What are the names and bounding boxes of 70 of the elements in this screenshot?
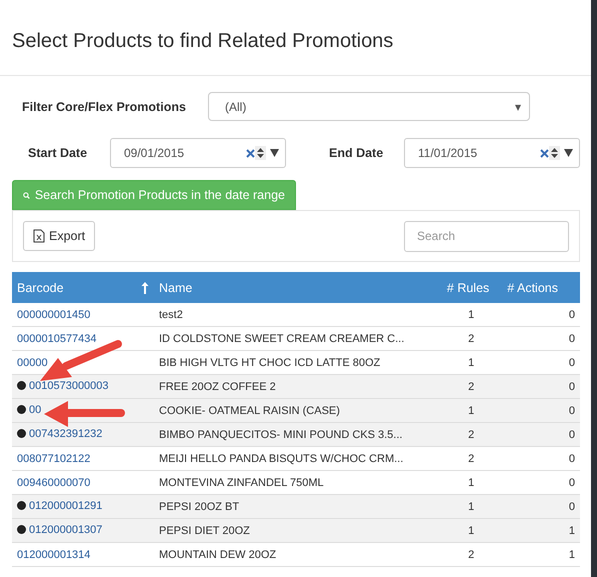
barcode-link[interactable]: 012000001314 <box>17 548 90 560</box>
product-name: PEPSI 20OZ BT <box>159 500 240 512</box>
rules-count: 1 <box>468 404 474 416</box>
dropdown-caret-icon[interactable] <box>564 149 573 157</box>
end-date-label: End Date <box>329 146 384 160</box>
product-name: MONTEVINA ZINFANDEL 750ML <box>159 476 324 488</box>
rules-count: 1 <box>468 524 474 536</box>
actions-count: 1 <box>568 548 575 560</box>
dropdown-caret-icon[interactable] <box>270 149 279 157</box>
column-header[interactable]: Barcode <box>12 272 154 303</box>
start-date-field[interactable]: 09/01/2015 <box>110 138 286 168</box>
start-date-label: Start Date <box>28 146 88 160</box>
actions-count: 1 <box>568 524 575 536</box>
actions-count: 0 <box>568 500 575 512</box>
table-row[interactable]: 000000001450 test2 1 0 <box>12 303 580 326</box>
product-name: MOUNTAIN DEW 20OZ <box>159 548 276 560</box>
actions-count: 0 <box>568 308 575 320</box>
actions-count: 0 <box>568 428 575 440</box>
actions-count: 0 <box>568 356 575 368</box>
rules-count: 2 <box>468 332 474 344</box>
column-header[interactable]: # Rules <box>409 272 494 303</box>
end-date-field[interactable]: 11/01/2015 <box>404 138 580 168</box>
barcode-link[interactable]: 008077102122 <box>17 452 90 464</box>
rules-count: 1 <box>468 308 474 320</box>
barcode-link[interactable]: 000000001450 <box>17 308 90 320</box>
actions-count: 0 <box>568 476 575 488</box>
product-name: ID COLDSTONE SWEET CREAM CREAMER C... <box>159 332 404 344</box>
barcode-link[interactable]: 00 <box>17 404 42 416</box>
actions-count: 0 <box>568 332 575 344</box>
barcode-link[interactable]: 009460000070 <box>17 476 90 488</box>
clear-icon[interactable] <box>246 148 255 158</box>
spinner-icon[interactable] <box>255 146 266 160</box>
export-button[interactable]: Export <box>23 221 96 251</box>
column-header[interactable]: Name <box>154 272 410 303</box>
search-field[interactable]: Search <box>404 220 569 252</box>
barcode-link[interactable]: 00000 <box>17 356 48 368</box>
product-name: COOKIE- OATMEAL RAISIN (CASE) <box>159 404 340 416</box>
table-row[interactable]: 012000001307 PEPSI DIET 20OZ 1 1 <box>12 518 580 542</box>
table-row[interactable]: 012000001291 PEPSI 20OZ BT 1 0 <box>12 494 580 518</box>
rules-count: 1 <box>468 500 474 512</box>
product-name: test2 <box>159 308 183 320</box>
column-header[interactable]: # Actions <box>494 272 580 303</box>
table-row[interactable]: 007432391232 BIMBO PANQUECITOS- MINI POUND CKS 3.5... 2 0 <box>12 422 580 446</box>
product-name: BIMBO PANQUECITOS- MINI POUND CKS 3.5... <box>159 428 402 440</box>
dialog-title: Select Products to find Related Promotions <box>11 29 394 54</box>
spinner-icon[interactable] <box>549 146 560 160</box>
table-row[interactable]: 0000010577434 ID COLDSTONE SWEET CREAM CREAMER C... 2 0 <box>12 326 580 350</box>
rules-count: 1 <box>468 356 474 368</box>
sort-arrow-icon <box>141 282 149 294</box>
rules-count: 2 <box>468 452 474 464</box>
table-row[interactable]: 0010573000003 FREE 20OZ COFFEE 2 2 0 <box>12 374 580 398</box>
product-name: FREE 20OZ COFFEE 2 <box>159 380 276 392</box>
filter-label: Filter Core/Flex Promotions <box>22 100 187 114</box>
product-name: PEPSI DIET 20OZ <box>159 524 250 536</box>
product-name: MEIJI HELLO PANDA BISQUTS W/CHOC CRM... <box>159 452 404 464</box>
table-row[interactable]: 00 COOKIE- OATMEAL RAISIN (CASE) 1 0 <box>12 398 580 422</box>
rules-count: 1 <box>468 476 474 488</box>
actions-count: 0 <box>568 452 575 464</box>
product-name: BIB HIGH VLTG HT CHOC ICD LATTE 80OZ <box>159 356 380 368</box>
actions-count: 0 <box>568 404 575 416</box>
filter-dropdown[interactable]: (All) ▾ <box>208 92 530 121</box>
rules-count: 2 <box>468 428 474 440</box>
table-row[interactable]: 012000001314 MOUNTAIN DEW 20OZ 2 1 <box>12 542 580 566</box>
table-row[interactable]: 008077102122 MEIJI HELLO PANDA BISQUTS W/CHOC CRM... 2 0 <box>12 446 580 470</box>
rules-count: 2 <box>468 548 474 560</box>
actions-count: 0 <box>568 380 575 392</box>
spreadsheet-icon <box>33 229 45 243</box>
barcode-link[interactable]: 0000010577434 <box>17 332 97 344</box>
clear-icon[interactable] <box>540 148 549 158</box>
rules-count: 2 <box>468 380 474 392</box>
